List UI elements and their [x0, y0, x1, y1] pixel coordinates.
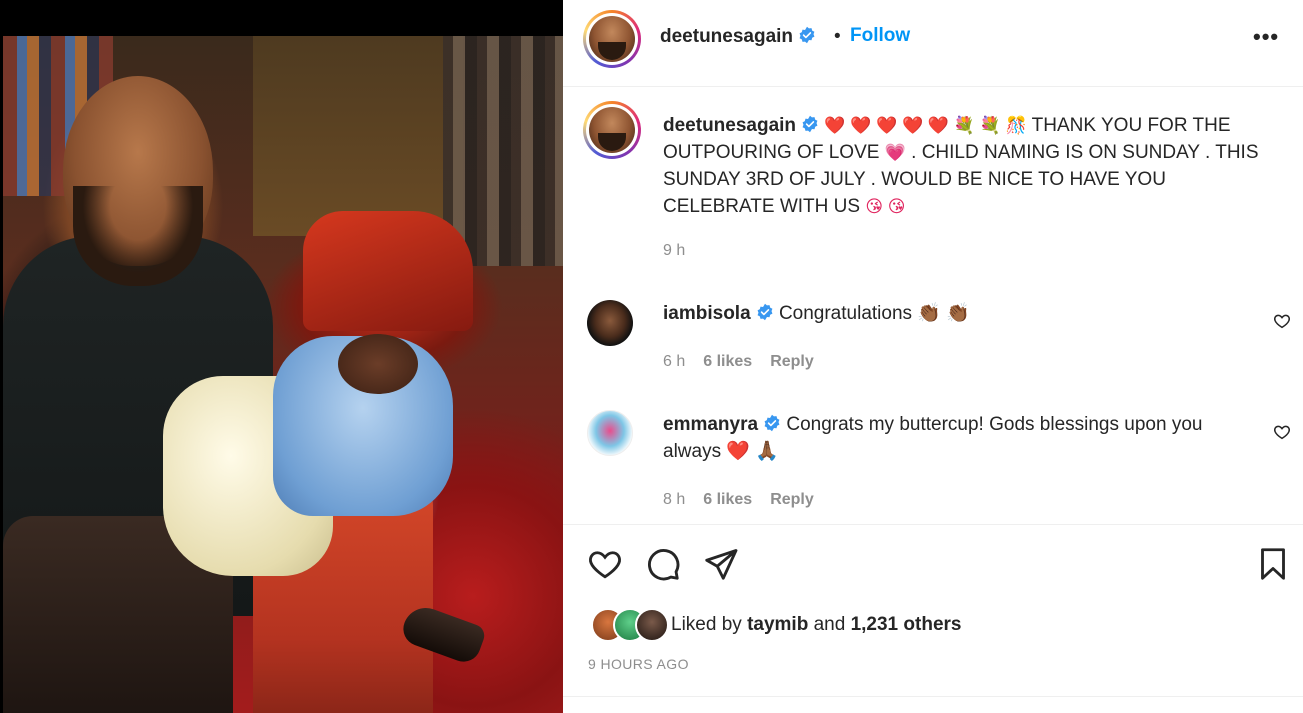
post-side-panel: deetunesagain • Follow ••• deetunesagain… — [563, 0, 1303, 713]
header-separator-dot: • — [834, 26, 841, 47]
more-options-icon[interactable]: ••• — [1253, 24, 1279, 50]
verified-badge-icon — [757, 303, 773, 321]
comment-text: emmanyra Congrats my buttercup! Gods ble… — [663, 411, 1243, 465]
liker-avatar — [635, 608, 669, 642]
liked-by-row: Liked by taymib and 1,231 others — [591, 608, 961, 642]
photo-baby-head — [338, 334, 418, 394]
verified-badge-icon — [764, 414, 780, 432]
comment-like-heart-icon[interactable] — [1273, 312, 1291, 330]
comments-divider — [563, 524, 1303, 525]
liker-avatars[interactable] — [591, 608, 671, 642]
save-bookmark-icon[interactable] — [1255, 546, 1291, 582]
caption-timestamp[interactable]: 9 h — [663, 242, 685, 260]
verified-badge-icon — [802, 115, 818, 133]
footer-divider — [563, 696, 1303, 697]
comment-emojis: ❤️ 🙏🏾 — [726, 441, 779, 462]
caption-heart-emoji: 💗 — [884, 143, 906, 162]
caption-author-avatar[interactable] — [583, 101, 641, 159]
share-paper-plane-icon[interactable] — [703, 546, 739, 582]
comment-likes[interactable]: 6 likes — [703, 353, 752, 371]
comment-like-heart-icon[interactable] — [1273, 423, 1291, 441]
header-divider — [563, 86, 1303, 87]
liked-by-others[interactable]: 1,231 others — [851, 614, 962, 635]
post-timestamp[interactable]: 9 HOURS AGO — [588, 656, 689, 672]
comment-reply-button[interactable]: Reply — [770, 491, 814, 509]
comment-body: Congratulations — [778, 303, 913, 324]
post-author-avatar[interactable] — [583, 10, 641, 68]
follow-button[interactable]: Follow — [850, 25, 910, 47]
like-heart-icon[interactable] — [587, 546, 623, 582]
post-author-username[interactable]: deetunesagain — [660, 26, 793, 47]
comment-likes[interactable]: 6 likes — [703, 491, 752, 509]
comment-username[interactable]: iambisola — [663, 303, 751, 324]
comment-icon[interactable] — [645, 546, 681, 582]
photo-curtain-right — [443, 36, 563, 266]
comment-timestamp[interactable]: 6 h — [663, 353, 685, 371]
author-avatar-image — [589, 16, 635, 62]
comment-timestamp[interactable]: 8 h — [663, 491, 685, 509]
post-photo[interactable] — [3, 36, 563, 713]
comment-text: iambisola Congratulations 👏🏾 👏🏾 — [663, 300, 1223, 327]
post-author: deetunesagain — [660, 26, 816, 48]
caption-kiss-emojis: 😘 😘 — [865, 197, 906, 216]
comment-meta: 6 h 6 likes Reply — [663, 353, 814, 371]
liked-by-prefix: Liked by — [671, 614, 742, 635]
photo-red-cloth — [303, 211, 473, 331]
post-action-bar — [587, 546, 739, 582]
post-caption: deetunesagain ❤️ ❤️ ❤️ ❤️ ❤️ 💐 💐 🎊 THANK… — [663, 112, 1273, 220]
caption-username[interactable]: deetunesagain — [663, 115, 796, 136]
comment-emojis: 👏🏾 👏🏾 — [917, 303, 970, 324]
comment-username[interactable]: emmanyra — [663, 414, 758, 435]
verified-badge-icon — [799, 26, 815, 44]
caption-avatar-image — [589, 107, 635, 153]
liked-by-user[interactable]: taymib — [747, 614, 808, 635]
photo-wall — [253, 36, 463, 236]
caption-emojis: ❤️ ❤️ ❤️ ❤️ ❤️ 💐 💐 🎊 — [824, 116, 1027, 135]
comment-avatar[interactable] — [587, 300, 633, 346]
comment-reply-button[interactable]: Reply — [770, 353, 814, 371]
liked-by-text: Liked by taymib and 1,231 others — [671, 614, 961, 636]
comment-avatar[interactable] — [587, 410, 633, 456]
post-media-pane — [0, 0, 563, 713]
liked-by-and: and — [813, 614, 846, 635]
comment-meta: 8 h 6 likes Reply — [663, 491, 814, 509]
